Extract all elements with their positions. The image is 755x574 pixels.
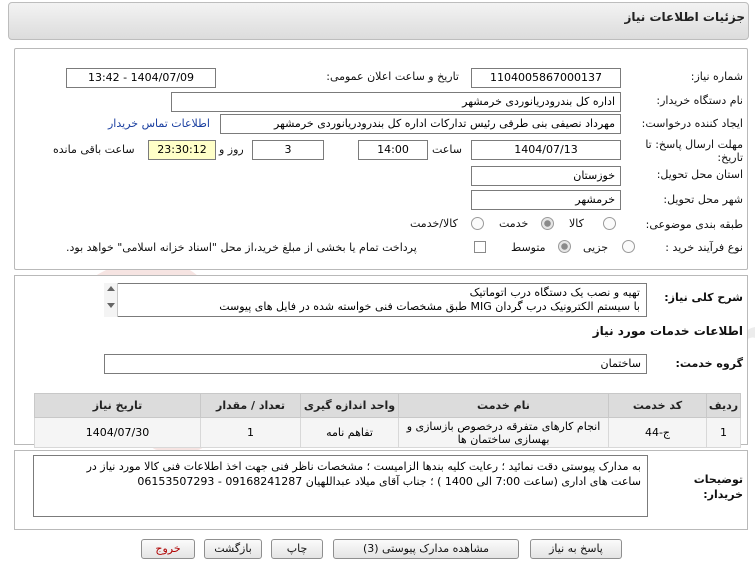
process-option-medium: متوسط — [511, 241, 546, 254]
province-field: خوزستان — [471, 166, 621, 186]
table-row: 1 ج-44 انجام کارهای متفرقه درخصوص بازساز… — [34, 417, 741, 448]
category-label: طبقه بندی موضوعی: — [645, 218, 743, 231]
process-radio-medium[interactable] — [558, 240, 571, 253]
days-label: روز و — [219, 143, 244, 156]
services-table: ردیف کد خدمت نام خدمت واحد اندازه گیری ت… — [34, 393, 741, 448]
service-group-label: گروه خدمت: — [675, 357, 743, 370]
col-qty: تعداد / مقدار — [200, 393, 301, 418]
remaining-time-label: ساعت باقی مانده — [53, 143, 135, 156]
deadline-date-field: 1404/07/13 — [471, 140, 621, 160]
notes-line-1: به مدارک پیوستی دقت نمائید ؛ رعایت کلیه … — [86, 460, 641, 473]
category-radio-goods[interactable] — [603, 217, 616, 230]
col-code: کد خدمت — [608, 393, 707, 418]
treasury-payment-note: پرداخت تمام یا بخشی از مبلغ خرید،از محل … — [66, 241, 417, 254]
cell-code: ج-44 — [608, 417, 707, 448]
cell-date: 1404/07/30 — [34, 417, 201, 448]
need-number-field: 1104005867000137 — [471, 68, 621, 88]
category-radio-goods-service[interactable] — [471, 217, 484, 230]
scroll-down-icon — [106, 303, 115, 308]
col-unit: واحد اندازه گیری — [300, 393, 399, 418]
city-field: خرمشهر — [471, 190, 621, 210]
category-option-service: خدمت — [499, 217, 529, 230]
col-date: تاریخ نیاز — [34, 393, 201, 418]
category-option-goods: کالا — [569, 217, 584, 230]
description-textarea[interactable]: تهیه و نصب یک دستگاه درب اتوماتیک با سیس… — [104, 283, 647, 317]
page-title: جزئیات اطلاعات نیاز — [624, 10, 745, 24]
print-button[interactable]: چاپ — [271, 539, 323, 559]
deadline-time-label: ساعت — [432, 143, 462, 156]
buyer-notes-label-2: خریدار: — [703, 488, 743, 501]
category-radio-service[interactable] — [541, 217, 554, 230]
services-section-title: اطلاعات خدمات مورد نیاز — [592, 324, 743, 338]
deadline-label: مهلت ارسال پاسخ: تا — [645, 138, 743, 151]
creator-field: مهرداد نصیفی بنی طرفی رئیس تدارکات اداره… — [220, 114, 621, 134]
view-attachments-button[interactable]: مشاهده مدارک پیوستی (3) — [333, 539, 519, 559]
cell-qty: 1 — [200, 417, 301, 448]
announce-date-field: 1404/07/09 - 13:42 — [66, 68, 216, 88]
cell-row: 1 — [706, 417, 741, 448]
need-number-label: شماره نیاز: — [690, 70, 743, 83]
cell-name: انجام کارهای متفرقه درخصوص بازسازی و بهس… — [398, 417, 609, 448]
description-line-2: با سیستم الکترونیک درب گردان MIG طبق مشخ… — [219, 300, 640, 313]
buyer-label: نام دستگاه خریدار: — [656, 94, 743, 107]
announce-date-label: تاریخ و ساعت اعلان عمومی: — [326, 70, 459, 83]
col-name: نام خدمت — [398, 393, 609, 418]
process-radio-minor[interactable] — [622, 240, 635, 253]
remaining-time-field: 23:30:12 — [148, 140, 216, 160]
creator-label: ایجاد کننده درخواست: — [641, 117, 743, 130]
cell-unit: تفاهم نامه — [300, 417, 399, 448]
description-scrollbar[interactable] — [104, 283, 118, 317]
description-label: شرح کلی نیاز: — [664, 291, 743, 304]
buyer-notes-label-1: توضیحات — [693, 473, 743, 486]
buyer-field: اداره کل بندرودریانوردی خرمشهر — [171, 92, 621, 112]
buyer-contact-link[interactable]: اطلاعات تماس خریدار — [108, 117, 210, 130]
treasury-payment-checkbox[interactable] — [474, 241, 486, 253]
scroll-up-icon — [106, 286, 115, 291]
province-label: استان محل تحویل: — [656, 168, 743, 181]
table-header-row: ردیف کد خدمت نام خدمت واحد اندازه گیری ت… — [34, 393, 741, 418]
description-line-1: تهیه و نصب یک دستگاه درب اتوماتیک — [469, 286, 640, 299]
buyer-notes-textarea[interactable]: به مدارک پیوستی دقت نمائید ؛ رعایت کلیه … — [33, 455, 648, 517]
col-row: ردیف — [706, 393, 741, 418]
process-label: نوع فرآیند خرید : — [665, 241, 743, 254]
back-button[interactable]: بازگشت — [204, 539, 262, 559]
category-option-goods-service: کالا/خدمت — [410, 217, 458, 230]
notes-line-2: ساعت های اداری (ساعت 7:00 الی 1400 ) ؛ ج… — [137, 475, 641, 488]
process-option-minor: جزیی — [583, 241, 609, 254]
city-label: شهر محل تحویل: — [663, 193, 743, 206]
deadline-date-label: تاریخ: — [717, 151, 743, 164]
deadline-time-field: 14:00 — [358, 140, 428, 160]
respond-button[interactable]: پاسخ به نیاز — [530, 539, 622, 559]
exit-button[interactable]: خروج — [141, 539, 195, 559]
remaining-days-field: 3 — [252, 140, 324, 160]
service-group-field: ساختمان — [104, 354, 647, 374]
